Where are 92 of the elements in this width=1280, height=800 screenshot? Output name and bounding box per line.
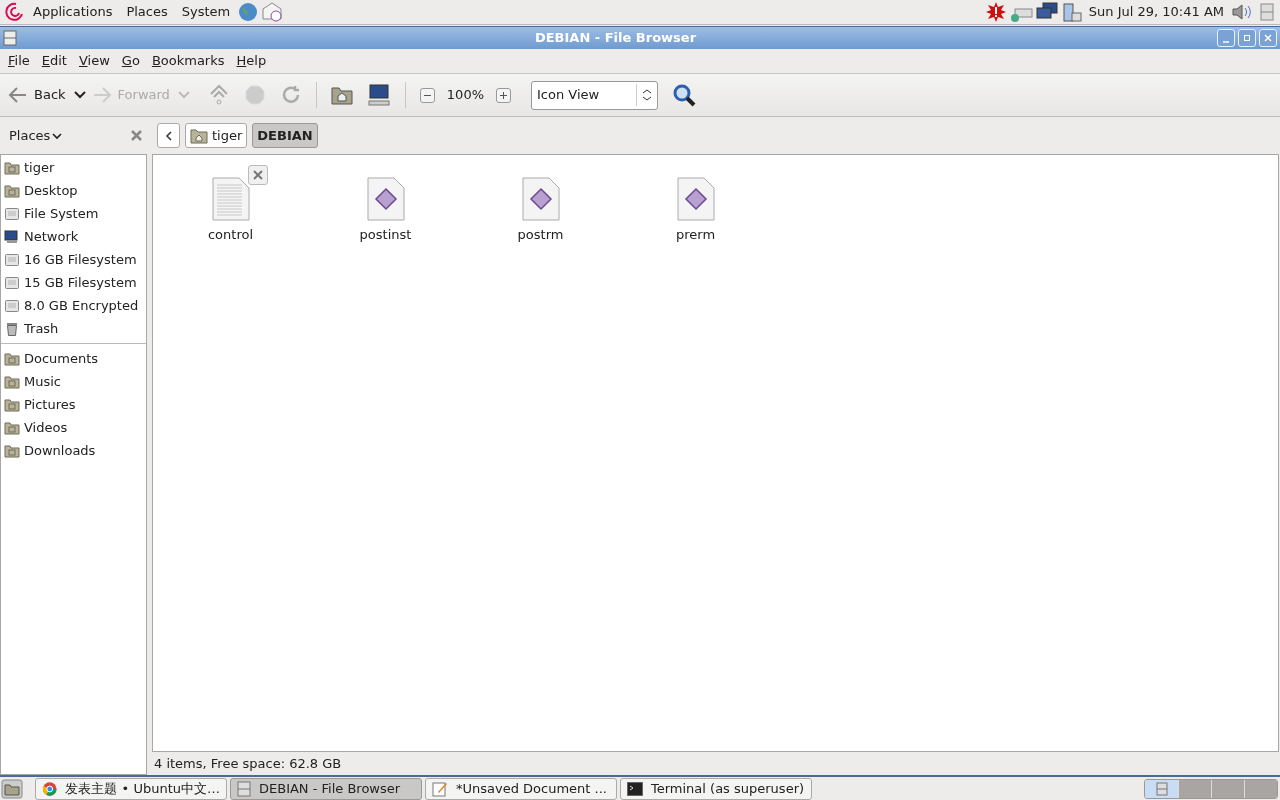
path-button[interactable]: tiger bbox=[185, 123, 248, 148]
sidebar-item[interactable]: Trash bbox=[1, 317, 146, 340]
search-icon[interactable] bbox=[672, 83, 696, 107]
taskbar-button[interactable]: Terminal (as superuser) bbox=[620, 777, 812, 800]
close-button[interactable] bbox=[1259, 29, 1277, 47]
folder-icon bbox=[4, 351, 20, 366]
view-select[interactable]: Icon View bbox=[531, 80, 658, 110]
zoom-in-button[interactable] bbox=[496, 87, 511, 103]
drive-icon bbox=[4, 206, 20, 221]
sidebar-item[interactable]: Videos bbox=[1, 416, 146, 439]
volume-icon bbox=[1230, 1, 1252, 23]
computer-icon[interactable] bbox=[366, 84, 391, 106]
sidebar-item[interactable]: Music bbox=[1, 370, 146, 393]
chevron-down-icon bbox=[52, 131, 63, 140]
close-icon[interactable] bbox=[248, 165, 268, 185]
menu-item[interactable]: Bookmarks bbox=[145, 51, 231, 71]
globe-icon bbox=[237, 1, 260, 23]
script-file-icon bbox=[521, 177, 560, 221]
sidebar-item[interactable]: 15 GB Filesystem bbox=[1, 271, 146, 294]
taskbar-button[interactable]: 发表主题 • Ubuntu中文… bbox=[35, 777, 227, 800]
workspace-tile[interactable] bbox=[1211, 779, 1244, 798]
script-file-icon bbox=[366, 177, 405, 221]
menu-item[interactable]: Edit bbox=[35, 51, 73, 71]
path-back-button[interactable] bbox=[157, 123, 180, 148]
swirl-logo-icon bbox=[4, 1, 26, 23]
window-title: DEBIAN - File Browser bbox=[533, 29, 698, 48]
menu-item[interactable]: Help bbox=[230, 51, 273, 71]
taskbar-button[interactable]: DEBIAN - File Browser bbox=[230, 777, 422, 800]
sidebar-item[interactable]: Pictures bbox=[1, 393, 146, 416]
alert-icon bbox=[984, 1, 1007, 23]
close-icon[interactable] bbox=[131, 130, 142, 141]
show-desktop-icon[interactable] bbox=[1, 778, 23, 799]
document-entry[interactable]: postrm bbox=[463, 165, 618, 245]
workspace-tile[interactable] bbox=[1145, 779, 1178, 798]
computer-icon bbox=[4, 229, 20, 244]
folder-icon bbox=[4, 397, 20, 412]
drive-icon bbox=[4, 298, 20, 313]
browser-icon bbox=[42, 780, 58, 797]
minimize-icon bbox=[1221, 41, 1231, 43]
home-folder-icon bbox=[190, 127, 208, 144]
sidebar-item[interactable]: 16 GB Filesystem bbox=[1, 248, 146, 271]
document-entry[interactable]: postinst bbox=[308, 165, 463, 245]
sidebar-item[interactable]: Network bbox=[1, 225, 146, 248]
taskbar-button[interactable]: *Unsaved Document ... bbox=[425, 777, 617, 800]
sidebar-item[interactable]: Downloads bbox=[1, 439, 146, 462]
places-dropdown[interactable]: Places bbox=[9, 125, 63, 146]
home-folder-icon[interactable] bbox=[330, 85, 353, 105]
workspace-tile[interactable] bbox=[1244, 779, 1277, 798]
cabinet-icon bbox=[1260, 3, 1274, 21]
notepad-icon bbox=[432, 780, 448, 797]
drive-icon bbox=[4, 252, 20, 267]
menu-item[interactable]: Go bbox=[115, 51, 146, 71]
sidebar-item[interactable]: Documents bbox=[1, 347, 146, 370]
document-entry[interactable]: control bbox=[153, 165, 308, 245]
sidebar-item[interactable]: tiger bbox=[1, 156, 146, 179]
panel-menu[interactable]: Applications bbox=[26, 2, 120, 22]
maximize-icon bbox=[1242, 33, 1252, 43]
zoom-out-button[interactable] bbox=[419, 87, 435, 103]
panel-menu[interactable]: Places bbox=[119, 2, 175, 22]
drive-icon bbox=[4, 275, 20, 290]
clock-text[interactable]: Sun Jul 29, 10:41 AM bbox=[1088, 2, 1224, 22]
folder-icon bbox=[4, 183, 20, 198]
menu-item[interactable]: File bbox=[2, 51, 36, 71]
menu-item[interactable]: View bbox=[72, 51, 116, 71]
sidebar-item[interactable]: 8.0 GB Encrypted bbox=[1, 294, 146, 317]
plus-icon bbox=[500, 91, 507, 99]
document-entry[interactable]: prerm bbox=[618, 165, 773, 245]
sidebar-item[interactable]: Desktop bbox=[1, 179, 146, 202]
right-arrow-icon bbox=[91, 86, 112, 104]
status-text: 4 items, Free space: 62.8 GB bbox=[154, 754, 342, 773]
trash-icon bbox=[4, 321, 20, 336]
terminal-icon bbox=[627, 781, 643, 796]
path-button[interactable]: DEBIAN bbox=[252, 123, 318, 148]
cabinet-icon bbox=[1155, 781, 1168, 796]
folder-icon bbox=[4, 443, 20, 458]
workspace-tile[interactable] bbox=[1178, 779, 1211, 798]
cabinet-icon bbox=[237, 780, 251, 797]
back-button[interactable]: Back bbox=[8, 85, 66, 105]
script-file-icon bbox=[676, 177, 715, 221]
zoom-level: 100% bbox=[446, 86, 484, 105]
close-icon bbox=[1263, 33, 1273, 43]
text-file-icon bbox=[211, 177, 250, 221]
left-arrow-icon bbox=[8, 86, 28, 104]
window-menu-icon[interactable] bbox=[3, 30, 17, 46]
minimize-button[interactable] bbox=[1217, 29, 1235, 47]
home-folder-icon bbox=[4, 160, 20, 175]
chevron-left-icon bbox=[164, 130, 173, 141]
sidebar-item[interactable]: File System bbox=[1, 202, 146, 225]
folder-icon bbox=[4, 374, 20, 389]
folder-icon bbox=[4, 420, 20, 435]
panel-menu[interactable]: System bbox=[174, 2, 238, 22]
maximize-button[interactable] bbox=[1238, 29, 1256, 47]
